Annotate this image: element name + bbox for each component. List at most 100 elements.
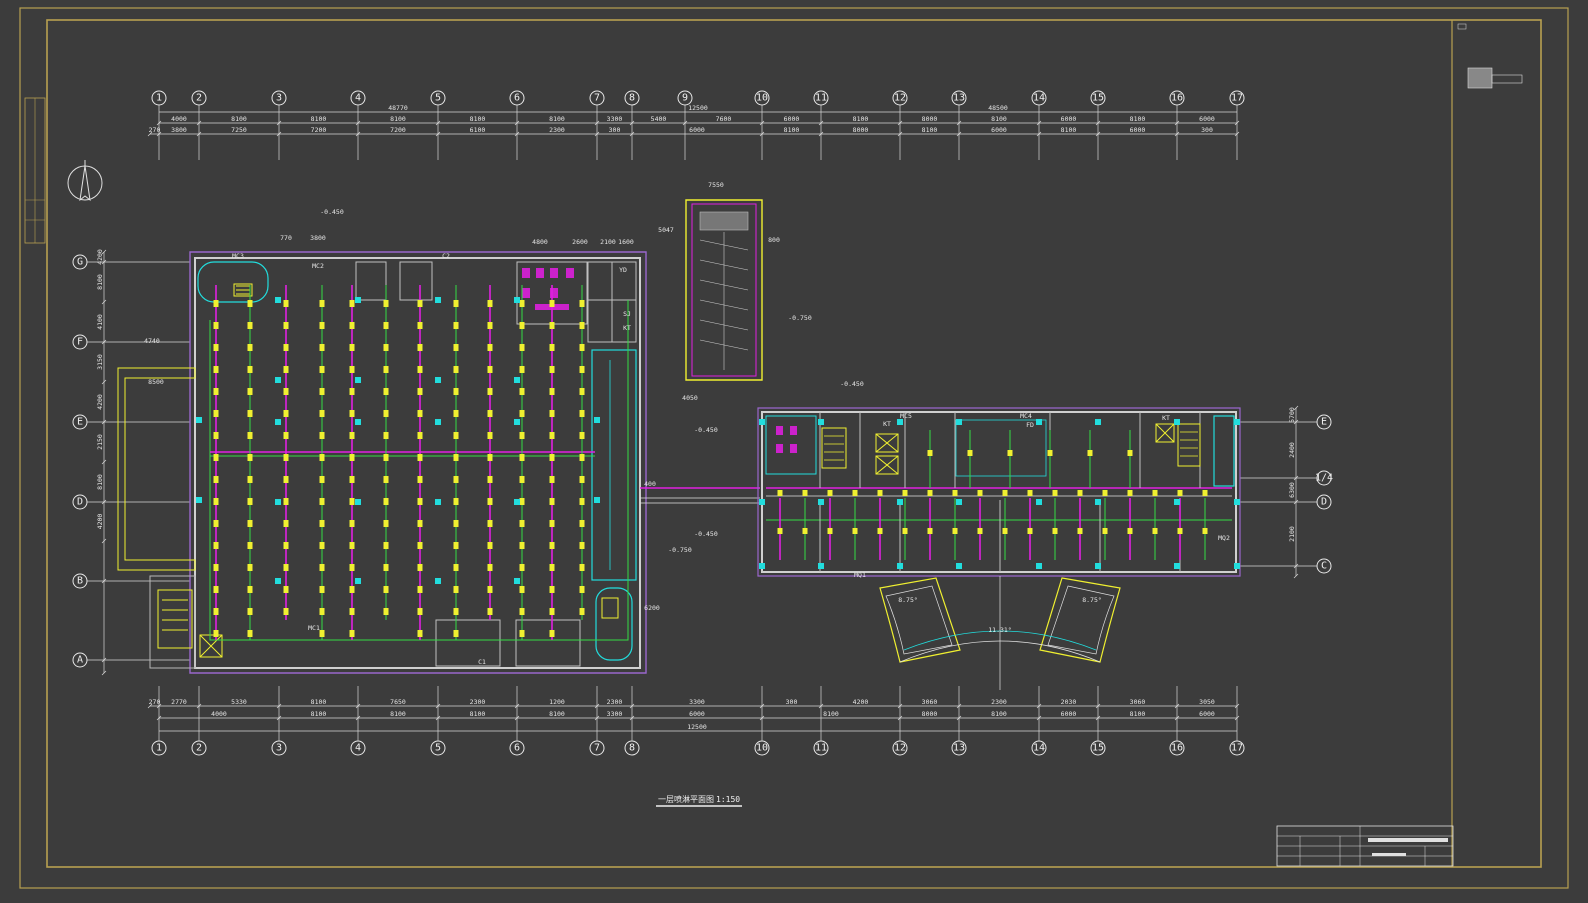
sprinkler-head-icon	[1202, 528, 1208, 534]
dimension-value: 6100	[470, 126, 486, 134]
toilet-fixtures-icon	[776, 426, 797, 453]
axis-bubble-top: 4	[350, 90, 366, 160]
angle-mark: 11.31°	[988, 626, 1011, 634]
door-tag: MC2	[312, 262, 324, 270]
axis-bubble-top: 16	[1169, 90, 1185, 160]
svg-text:4: 4	[355, 93, 361, 104]
drawing-title: 一层喷淋平面图 1:150	[656, 794, 742, 807]
elevation-mark: -0.450	[840, 380, 864, 388]
sprinkler-head-icon	[487, 608, 493, 615]
axis-bubble-bottom: 13	[951, 686, 967, 756]
sprinkler-head-icon	[319, 476, 325, 483]
sprinkler-branches-left	[213, 285, 585, 640]
svg-text:1: 1	[156, 93, 162, 104]
axis-bubble-top: 15	[1090, 90, 1106, 160]
dimension-value: 8100	[231, 115, 247, 123]
axis-bubble-bottom: 8	[624, 686, 640, 756]
sprinkler-head-icon	[319, 388, 325, 395]
sprinkler-head-icon	[319, 630, 325, 637]
sprinkler-head-icon	[383, 432, 389, 439]
sprinkler-head-icon	[519, 366, 525, 373]
column	[514, 297, 520, 303]
toilet-fixtures-icon	[522, 268, 574, 310]
column	[818, 499, 824, 505]
axis-bubble-right: 1/4	[1240, 470, 1333, 486]
sprinkler-head-icon	[247, 454, 253, 461]
column	[956, 419, 962, 425]
sprinkler-head-icon	[319, 608, 325, 615]
dimension-chain-bottom-total: 12500	[159, 723, 1237, 732]
dimension-value: 8100	[823, 710, 839, 718]
column	[355, 578, 361, 584]
title-block	[1276, 825, 1454, 867]
axis-bubble-left: D	[72, 494, 190, 510]
svg-text:16: 16	[1171, 93, 1183, 104]
sprinkler-head-icon	[1177, 528, 1183, 534]
svg-text:8: 8	[629, 743, 635, 754]
dim-770: 770	[280, 234, 292, 242]
sprinkler-head-icon	[1027, 490, 1033, 496]
dim-4800: 4800	[532, 238, 548, 246]
sprinkler-head-icon	[417, 520, 423, 527]
sprinkler-head-icon	[549, 630, 555, 637]
dimension-value: 3300	[607, 115, 623, 123]
sprinkler-head-icon	[777, 528, 783, 534]
column	[435, 297, 441, 303]
dimension-value: 7650	[390, 698, 406, 706]
dimension-value: 8100	[1061, 126, 1077, 134]
dimension-value: 8100	[991, 115, 1007, 123]
svg-text:1: 1	[156, 743, 162, 754]
sprinkler-head-icon	[579, 432, 585, 439]
sprinkler-head-icon	[1152, 528, 1158, 534]
dimension-value: 6000	[784, 115, 800, 123]
svg-text:2: 2	[196, 93, 202, 104]
sprinkler-head-icon	[1127, 450, 1133, 456]
dimension-value: 2300	[607, 698, 623, 706]
elevation-mark: -0.450	[320, 208, 344, 216]
sprinkler-head-icon	[383, 542, 389, 549]
column	[1036, 563, 1042, 569]
svg-text:B: B	[77, 576, 83, 587]
svg-text:17: 17	[1231, 93, 1243, 104]
dimension-value: 8000	[922, 710, 938, 718]
sprinkler-head-icon	[283, 542, 289, 549]
column	[196, 417, 202, 423]
sprinkler-head-icon	[549, 344, 555, 351]
svg-text:F: F	[77, 337, 83, 348]
svg-text:C: C	[1321, 561, 1327, 572]
dimension-value: 8100	[922, 126, 938, 134]
column	[818, 419, 824, 425]
sprinkler-head-icon	[549, 322, 555, 329]
column	[818, 563, 824, 569]
dimension-value: 3300	[689, 698, 705, 706]
column	[956, 499, 962, 505]
dimension-value: 6000	[1061, 710, 1077, 718]
sprinkler-head-icon	[417, 366, 423, 373]
dim-3800: 3800	[310, 234, 326, 242]
svg-text:14: 14	[1033, 743, 1045, 754]
column	[1234, 419, 1240, 425]
sprinkler-head-icon	[213, 586, 219, 593]
dim-2100: 2100	[600, 238, 616, 246]
column	[435, 377, 441, 383]
sprinkler-head-icon	[283, 410, 289, 417]
svg-text:6: 6	[514, 743, 520, 754]
sprinkler-head-icon	[417, 432, 423, 439]
dimension-value: 2300	[470, 698, 486, 706]
sprinkler-head-icon	[283, 520, 289, 527]
room-tag: YD	[619, 266, 627, 274]
axis-bubble-bottom: 1	[151, 686, 167, 756]
dimension-value: 8100	[470, 710, 486, 718]
dimension-value: 3060	[922, 698, 938, 706]
dimension-lines: 4000 8100 8100 8100 8100 8100 3300 5400 7600 6000…	[96, 104, 1299, 732]
sprinkler-head-icon	[1027, 528, 1033, 534]
column	[1234, 563, 1240, 569]
sprinkler-head-icon	[383, 410, 389, 417]
sprinkler-head-icon	[549, 366, 555, 373]
sprinkler-head-icon	[579, 520, 585, 527]
sprinkler-head-icon	[349, 366, 355, 373]
sprinkler-head-icon	[319, 344, 325, 351]
sprinkler-head-icon	[1127, 528, 1133, 534]
sprinkler-head-icon	[579, 366, 585, 373]
sprinkler-head-icon	[549, 432, 555, 439]
